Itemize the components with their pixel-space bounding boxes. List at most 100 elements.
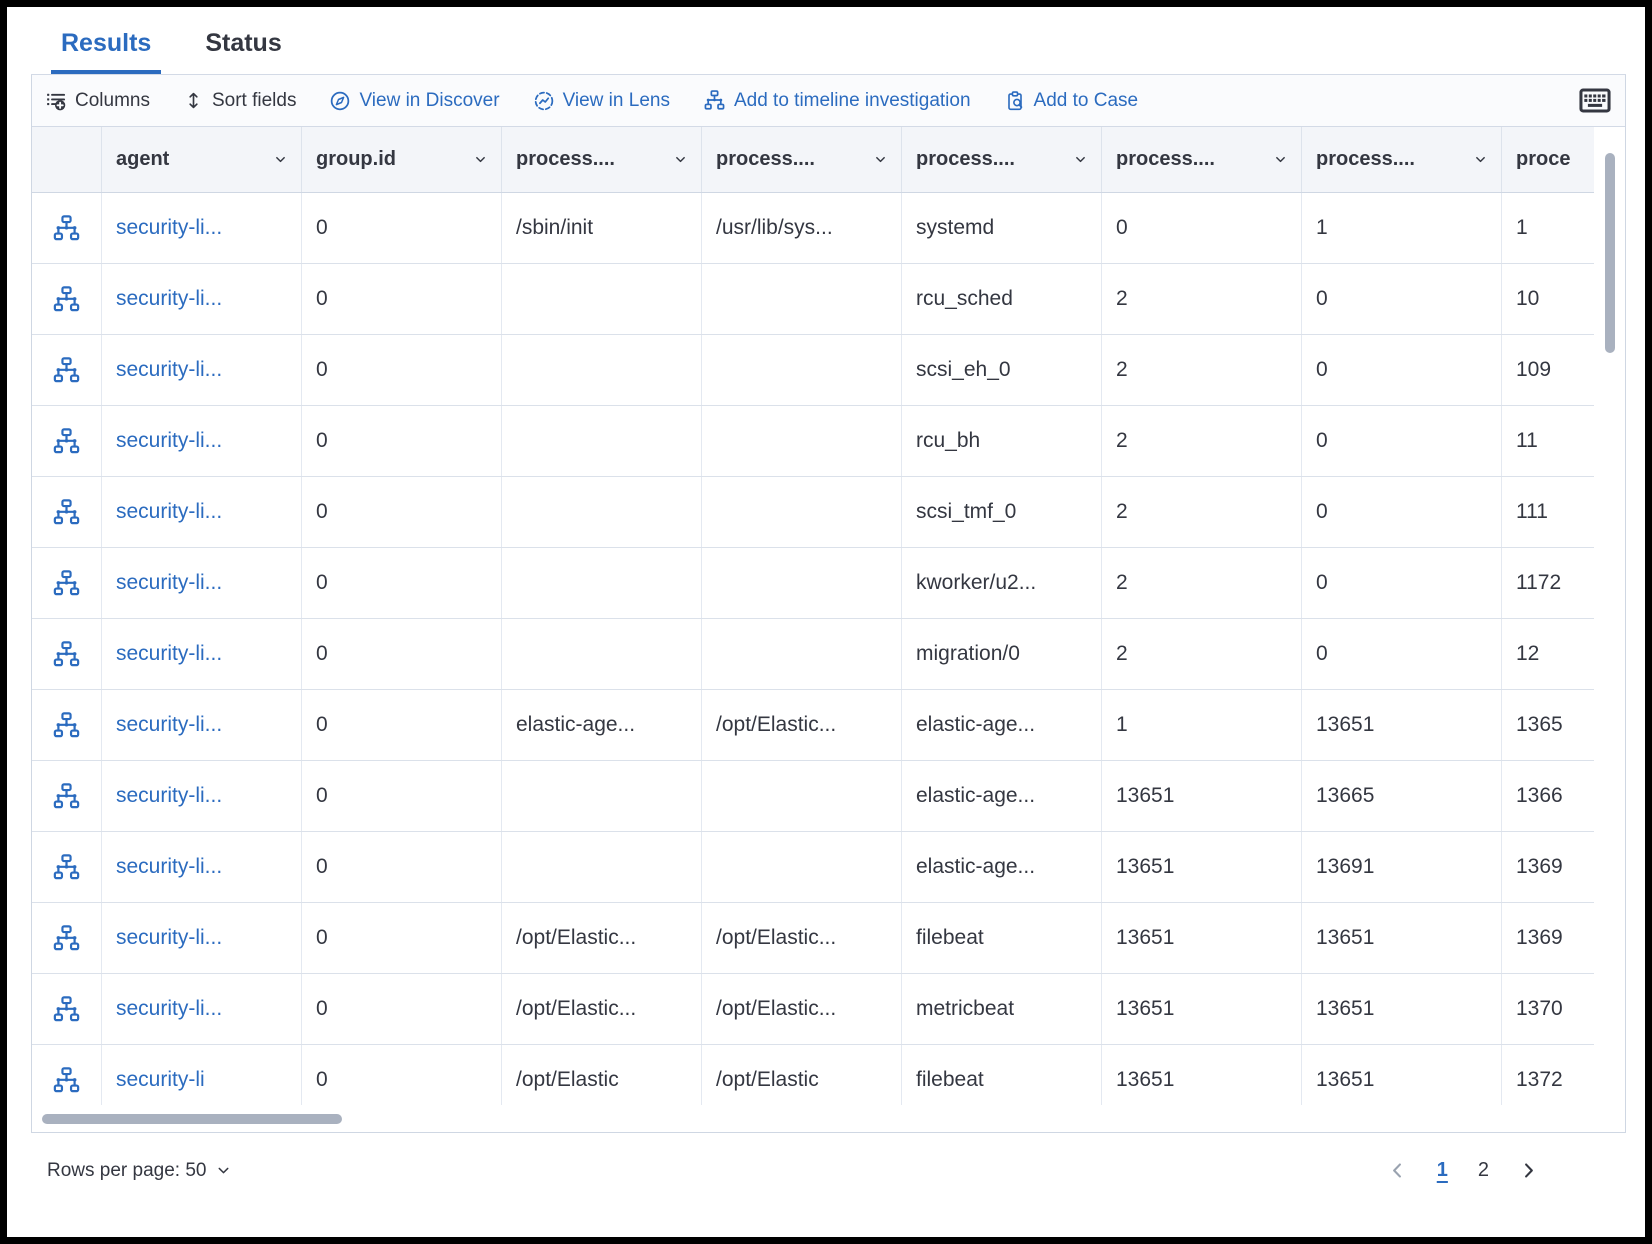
timeline-icon (53, 925, 80, 952)
grid-cell: elastic-age... (902, 690, 1102, 760)
row-timeline-action-button[interactable] (32, 335, 102, 405)
row-timeline-action-button[interactable] (32, 690, 102, 760)
view-in-discover-button[interactable]: View in Discover (330, 90, 499, 112)
chevron-down-icon (1466, 153, 1487, 166)
grid-cell: migration/0 (902, 619, 1102, 689)
timeline-icon (53, 1067, 80, 1094)
timeline-icon (53, 783, 80, 810)
table-row: security-li0/opt/Elastic/opt/Elasticfile… (32, 1045, 1594, 1105)
timeline-icon (53, 854, 80, 881)
grid-cell (502, 619, 702, 689)
grid-cell (702, 832, 902, 902)
grid-cell: 12 (1502, 619, 1594, 689)
column-header-4[interactable]: process.... (702, 127, 902, 192)
case-icon (1005, 91, 1025, 111)
columns-button[interactable]: Columns (46, 90, 150, 112)
agent-link-cell[interactable]: security-li... (102, 903, 302, 973)
chevron-left-icon (1388, 1161, 1407, 1180)
table-row: security-li...0elastic-age...13651136651… (32, 761, 1594, 832)
agent-link-cell[interactable]: security-li... (102, 619, 302, 689)
sort-fields-button[interactable]: Sort fields (184, 90, 296, 112)
column-header-6[interactable]: process.... (1102, 127, 1302, 192)
grid-cell: 1369 (1502, 832, 1594, 902)
grid-cell: 13651 (1102, 1045, 1302, 1105)
grid-cell (502, 335, 702, 405)
column-header-label: agent (116, 148, 169, 171)
grid-cell: 0 (302, 832, 502, 902)
agent-link-cell[interactable]: security-li (102, 1045, 302, 1105)
agent-link-cell[interactable]: security-li... (102, 264, 302, 334)
chevron-down-icon (666, 153, 687, 166)
grid-cell (702, 335, 902, 405)
keyboard-shortcuts-button[interactable] (1579, 87, 1611, 114)
agent-link-cell[interactable]: security-li... (102, 761, 302, 831)
column-header-5[interactable]: process.... (902, 127, 1102, 192)
grid-cell: 13651 (1302, 690, 1502, 760)
grid-cell: /opt/Elastic... (702, 974, 902, 1044)
view-in-discover-label: View in Discover (359, 90, 499, 112)
grid-cell: scsi_eh_0 (902, 335, 1102, 405)
grid-cell: 0 (302, 264, 502, 334)
agent-link-cell[interactable]: security-li... (102, 690, 302, 760)
grid-cell: 2 (1102, 264, 1302, 334)
grid-cell: 0 (302, 1045, 502, 1105)
previous-page-button[interactable] (1388, 1161, 1407, 1180)
row-timeline-action-button[interactable] (32, 1045, 102, 1105)
row-timeline-action-button[interactable] (32, 264, 102, 334)
row-timeline-action-button[interactable] (32, 406, 102, 476)
row-timeline-action-button[interactable] (32, 974, 102, 1044)
view-in-lens-button[interactable]: View in Lens (534, 90, 670, 112)
grid-cell: 13651 (1102, 761, 1302, 831)
grid-cell: 0 (1302, 477, 1502, 547)
rows-per-page-button[interactable]: Rows per page: 50 (47, 1160, 231, 1182)
horizontal-scrollbar[interactable] (42, 1114, 342, 1124)
row-timeline-action-button[interactable] (32, 548, 102, 618)
add-to-case-button[interactable]: Add to Case (1005, 90, 1139, 112)
agent-link-cell[interactable]: security-li... (102, 548, 302, 618)
grid-cell: metricbeat (902, 974, 1102, 1044)
column-header-7[interactable]: process.... (1302, 127, 1502, 192)
column-header-8[interactable]: proce (1502, 127, 1594, 192)
agent-link-cell[interactable]: security-li... (102, 406, 302, 476)
grid-cell: 10 (1502, 264, 1594, 334)
row-timeline-action-button[interactable] (32, 903, 102, 973)
row-timeline-action-button[interactable] (32, 193, 102, 263)
agent-link-cell[interactable]: security-li... (102, 974, 302, 1044)
column-header-label: process.... (1116, 148, 1215, 171)
grid-cell: 0 (1302, 619, 1502, 689)
column-header-2[interactable]: group.id (302, 127, 502, 192)
agent-link-cell[interactable]: security-li... (102, 477, 302, 547)
agent-link-cell[interactable]: security-li... (102, 193, 302, 263)
page-2-button[interactable]: 2 (1478, 1159, 1489, 1182)
grid-cell: 1370 (1502, 974, 1594, 1044)
add-to-timeline-label: Add to timeline investigation (734, 90, 971, 112)
row-timeline-action-button[interactable] (32, 477, 102, 547)
column-header-3[interactable]: process.... (502, 127, 702, 192)
agent-link-cell[interactable]: security-li... (102, 832, 302, 902)
next-page-button[interactable] (1519, 1161, 1538, 1180)
column-header-1[interactable]: agent (102, 127, 302, 192)
grid-cell: 1 (1502, 193, 1594, 263)
table-row: security-li...0rcu_sched2010 (32, 264, 1594, 335)
grid-cell: 0 (1102, 193, 1302, 263)
grid-cell: /opt/Elastic (702, 1045, 902, 1105)
agent-link-cell[interactable]: security-li... (102, 335, 302, 405)
grid-cell: 13651 (1102, 974, 1302, 1044)
column-header-label: process.... (516, 148, 615, 171)
page-1-button[interactable]: 1 (1437, 1159, 1448, 1182)
grid-cell: 1369 (1502, 903, 1594, 973)
row-timeline-action-button[interactable] (32, 761, 102, 831)
tab-status[interactable]: Status (195, 29, 291, 74)
tab-results[interactable]: Results (51, 29, 161, 74)
timeline-icon (53, 641, 80, 668)
row-timeline-action-button[interactable] (32, 619, 102, 689)
vertical-scrollbar[interactable] (1605, 153, 1615, 353)
grid-cell: 0 (1302, 335, 1502, 405)
timeline-icon (53, 286, 80, 313)
grid-cell: 0 (302, 690, 502, 760)
grid-cell: 13651 (1302, 903, 1502, 973)
grid-scroll-viewport[interactable]: agentgroup.idprocess....process....proce… (32, 127, 1594, 1105)
row-timeline-action-button[interactable] (32, 832, 102, 902)
grid-cell: 111 (1502, 477, 1594, 547)
add-to-timeline-button[interactable]: Add to timeline investigation (704, 90, 971, 112)
